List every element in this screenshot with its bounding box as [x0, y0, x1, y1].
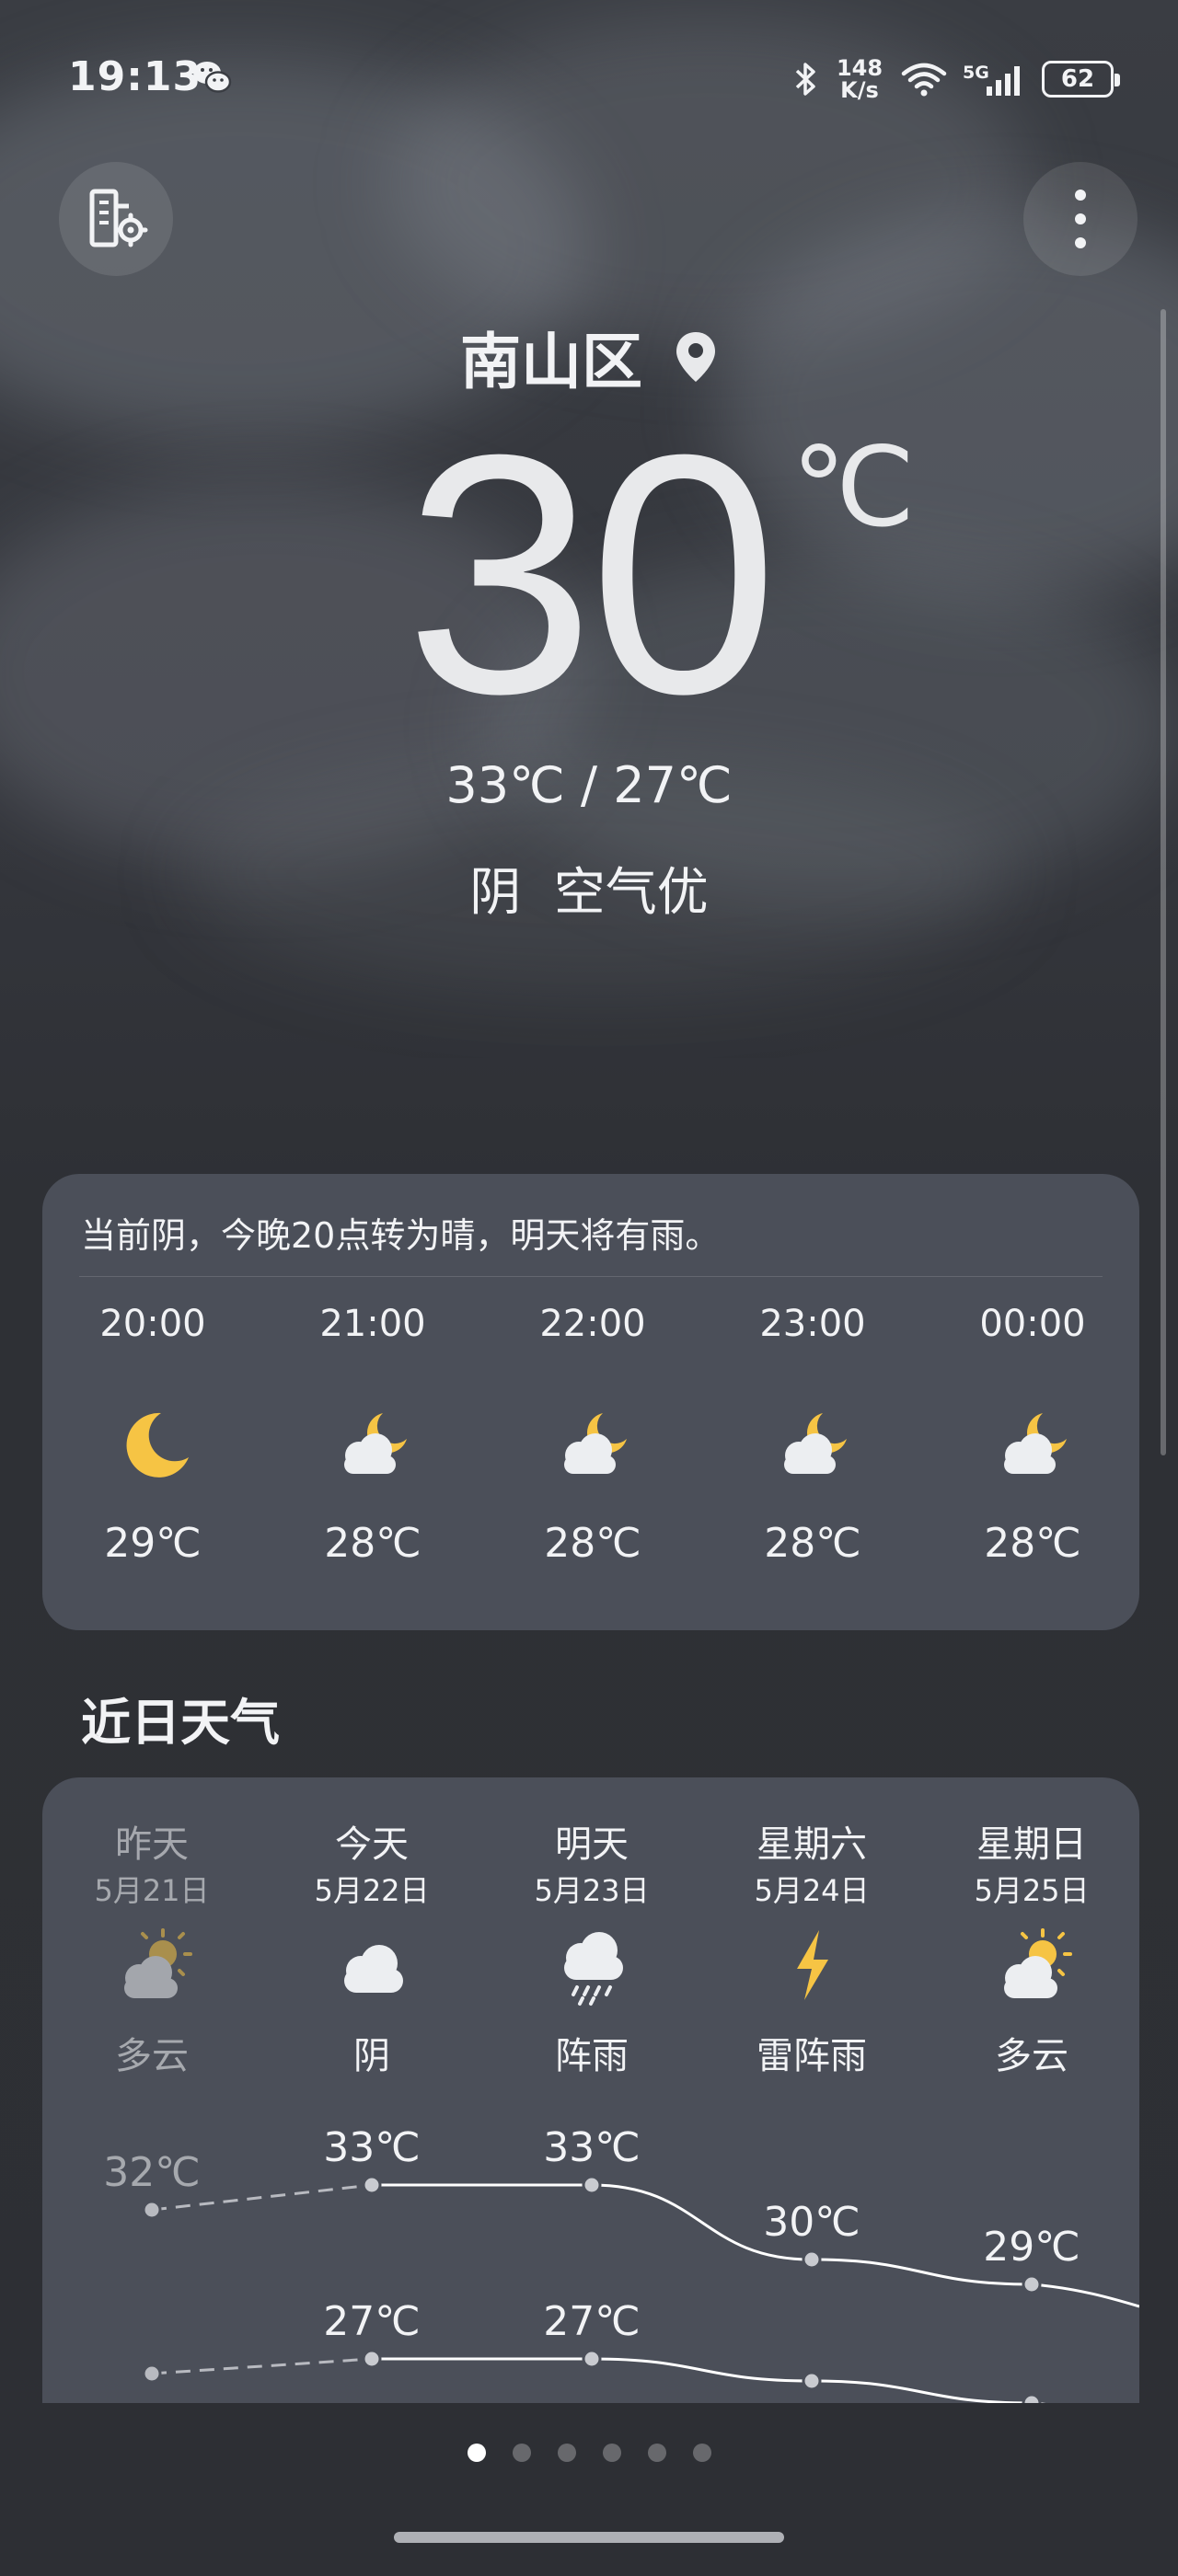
hour-time: 00:00 — [979, 1303, 1086, 1345]
trend-point — [802, 2249, 822, 2270]
page-dot[interactable] — [512, 2444, 531, 2462]
trend-line-past — [151, 2357, 373, 2375]
city-manage-button[interactable] — [59, 162, 173, 276]
temperature-unit: ℃ — [791, 426, 916, 549]
hour-temp: 28℃ — [984, 1520, 1081, 1567]
temperature-range: 33℃ / 27℃ — [445, 756, 733, 814]
scrollbar[interactable] — [1161, 309, 1166, 1455]
trend-point — [362, 2349, 382, 2369]
trend-line — [371, 2357, 1046, 2403]
trend-label: 29℃ — [983, 2224, 1080, 2271]
signal-icon: 5G — [963, 59, 1027, 99]
hour-temp: 28℃ — [324, 1520, 422, 1567]
partly-cloudy-night-icon — [1004, 1413, 1067, 1474]
hour-time: 23:00 — [759, 1303, 866, 1345]
wechat-icon — [193, 62, 232, 93]
wifi-icon — [901, 63, 947, 97]
trend-label: 27℃ — [323, 2298, 420, 2345]
network-speed: 148 K/s — [836, 55, 884, 103]
page-dot[interactable] — [647, 2444, 666, 2462]
hour-temp: 29℃ — [104, 1520, 202, 1567]
current-temperature: 30 ℃ — [0, 405, 1178, 745]
hourly-item: 23:00 28℃ — [730, 1303, 895, 1567]
partly-cloudy-night-icon — [564, 1413, 627, 1474]
hour-temp: 28℃ — [544, 1520, 641, 1567]
trend-point — [142, 2363, 162, 2384]
hour-time: 21:00 — [319, 1303, 426, 1345]
battery-level: 62 — [1060, 65, 1095, 93]
home-indicator[interactable] — [394, 2532, 784, 2543]
weather-condition: 阴 空气优 — [469, 863, 709, 923]
trend-point — [1022, 2274, 1042, 2294]
hour-temp: 28℃ — [764, 1520, 861, 1567]
forecast-summary: 当前阴，今晚20点转为晴，明天将有雨。 — [81, 1215, 721, 1256]
battery-icon: 62 — [1042, 61, 1120, 98]
status-bar: 19:13 148 K/s 5G 62 — [0, 0, 1178, 156]
page-dot[interactable] — [467, 2444, 486, 2462]
page-dot[interactable] — [557, 2444, 576, 2462]
hour-time: 22:00 — [539, 1303, 646, 1345]
status-time: 19:13 — [68, 53, 202, 100]
location-pin-icon — [676, 332, 715, 382]
daily-forecast-card[interactable]: 昨天 5月21日 多云 今天 5月22日 阴 明天 5月23日 阵雨 星期六 5… — [42, 1777, 1139, 2403]
page-dot[interactable] — [602, 2444, 621, 2462]
page-indicator[interactable] — [0, 2444, 1178, 2462]
more-vertical-icon — [1075, 190, 1086, 248]
page-dot[interactable] — [692, 2444, 711, 2462]
recent-weather-title: 近日天气 — [81, 1694, 280, 1752]
trend-label: 30℃ — [763, 2199, 860, 2246]
city-settings-icon — [89, 189, 148, 247]
trend-point — [1022, 2393, 1042, 2403]
bluetooth-icon — [795, 63, 815, 96]
hourly-item: 21:00 28℃ — [290, 1303, 456, 1567]
trend-point — [582, 2349, 602, 2369]
hourly-item: 20:00 29℃ — [70, 1303, 236, 1567]
trend-label: 27℃ — [543, 2298, 640, 2345]
temperature-trend-chart: 32℃ 33℃ 33℃ 30℃ 29℃ 27℃ 27℃ — [103, 2124, 1139, 2403]
trend-label: 32℃ — [103, 2149, 200, 2196]
divider — [79, 1276, 1103, 1277]
trend-point — [802, 2371, 822, 2391]
partly-cloudy-night-icon — [344, 1413, 407, 1474]
more-button[interactable] — [1023, 162, 1138, 276]
hourly-item: 00:00 28℃ — [950, 1303, 1115, 1567]
hourly-item: 22:00 28℃ — [510, 1303, 676, 1567]
temperature-value: 30 — [405, 385, 779, 765]
partly-cloudy-night-icon — [784, 1413, 847, 1474]
trend-point — [142, 2200, 162, 2220]
trend-label: 33℃ — [543, 2124, 640, 2171]
trend-point — [362, 2175, 382, 2195]
trend-label: 33℃ — [323, 2124, 420, 2171]
moon-icon — [126, 1412, 189, 1478]
trend-point — [582, 2175, 602, 2195]
hour-time: 20:00 — [99, 1303, 206, 1345]
hourly-forecast-card[interactable]: 当前阴，今晚20点转为晴，明天将有雨。 20:00 29℃ 21:00 28℃ … — [42, 1174, 1139, 1630]
